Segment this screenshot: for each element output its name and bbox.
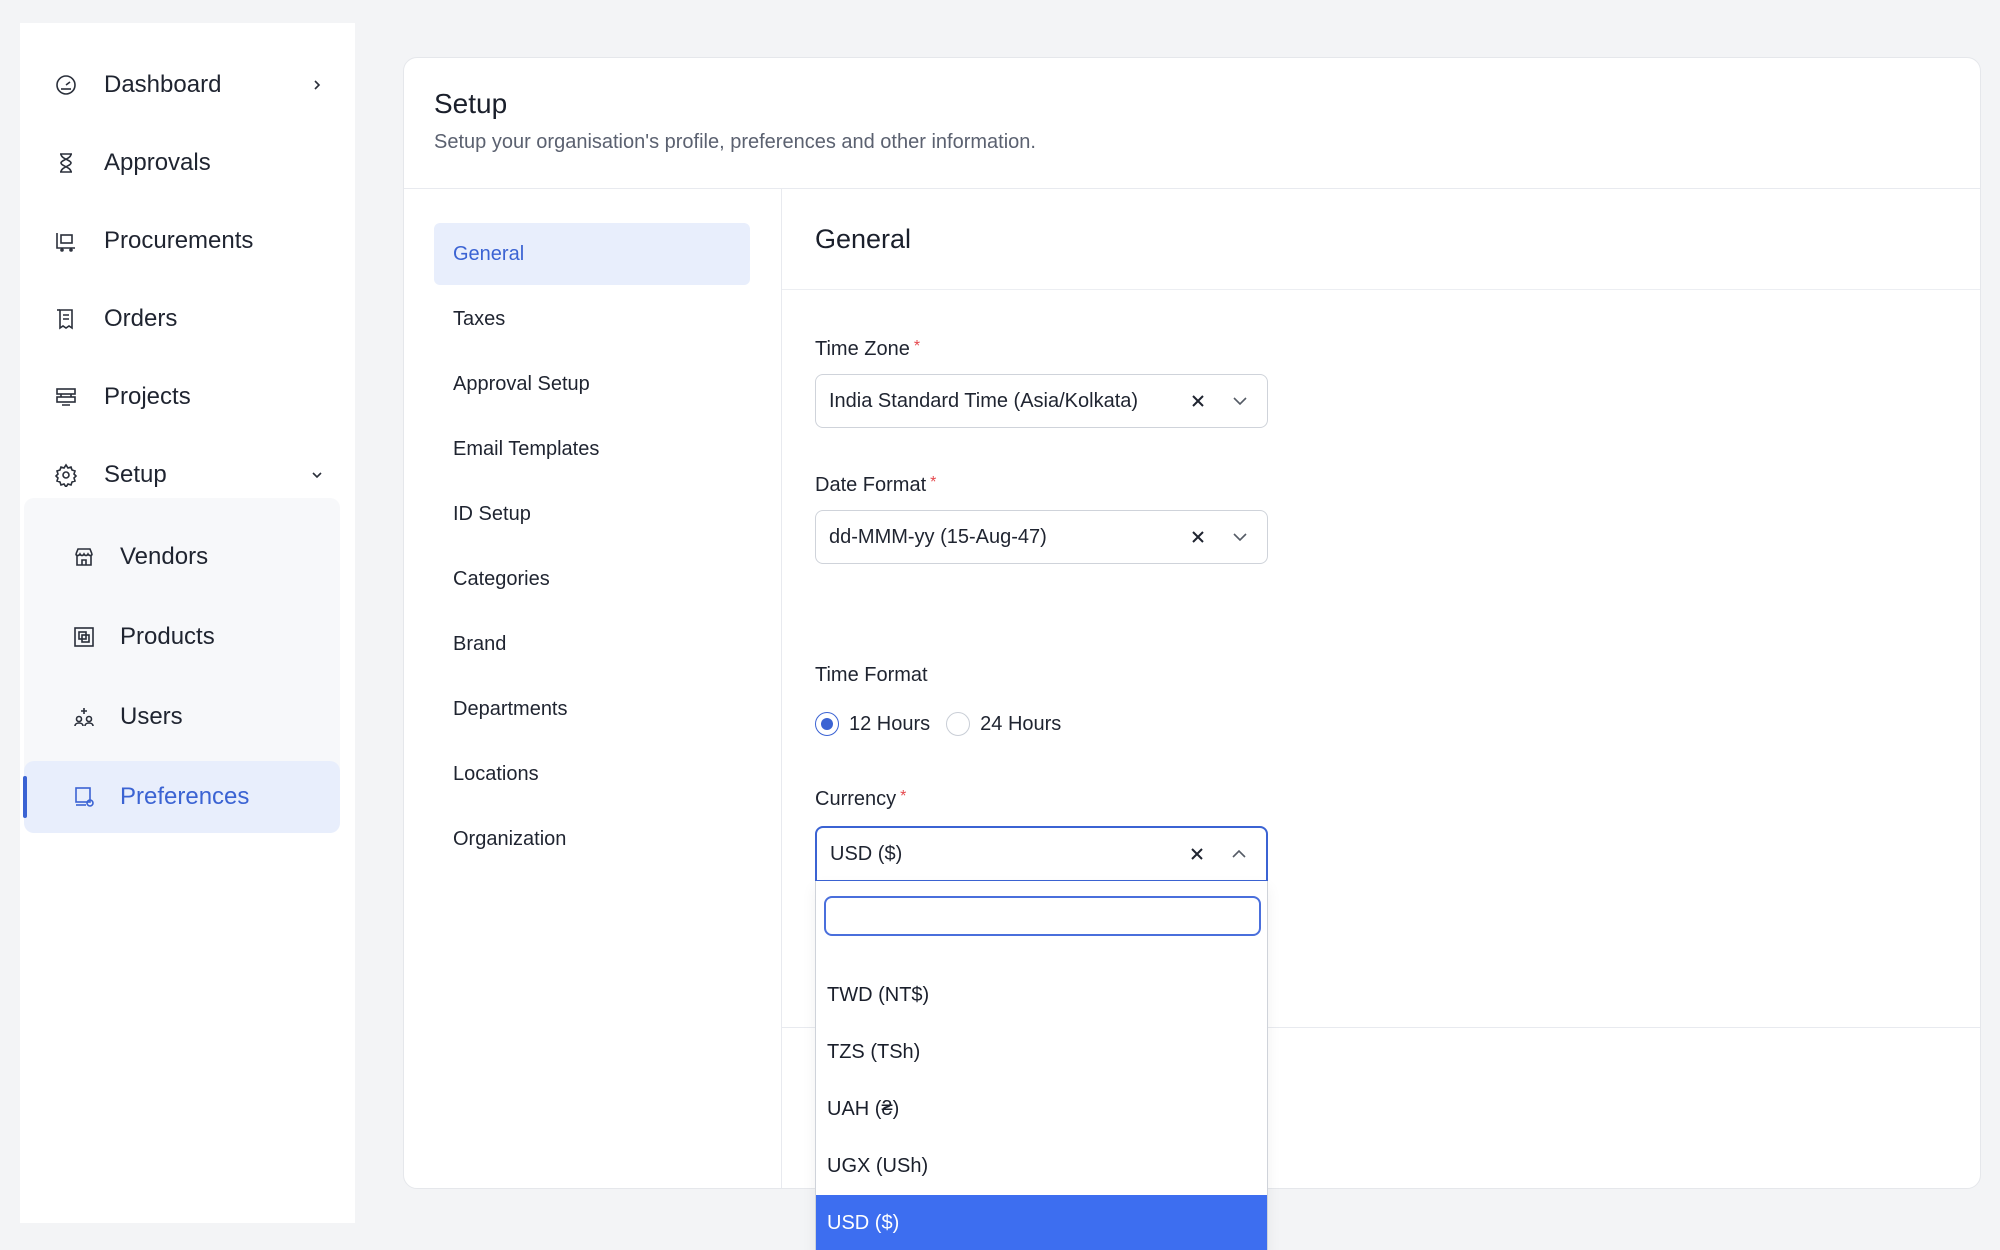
cart-icon bbox=[52, 227, 80, 255]
divider bbox=[782, 289, 1980, 290]
active-indicator bbox=[23, 776, 27, 818]
currency-option[interactable]: TZS (TSh) bbox=[816, 1024, 1267, 1081]
setup-menu-general[interactable]: General bbox=[434, 223, 750, 285]
setup-menu-email-templates[interactable]: Email Templates bbox=[434, 418, 750, 480]
page-title: Setup bbox=[434, 88, 508, 119]
currency-option[interactable]: UGX (USh) bbox=[816, 1138, 1267, 1195]
currency-option[interactable]: UAH (₴) bbox=[816, 1081, 1267, 1138]
radio-24-hours[interactable] bbox=[946, 712, 971, 736]
sidebar-item-label: Procurements bbox=[104, 227, 254, 254]
setup-menu-brand[interactable]: Brand bbox=[434, 613, 750, 675]
radio-12-hours[interactable] bbox=[815, 712, 839, 736]
hourglass-icon bbox=[52, 149, 80, 177]
preferences-icon bbox=[70, 783, 98, 811]
dashboard-gauge-icon bbox=[52, 71, 80, 99]
sidebar-item-label: Setup bbox=[104, 461, 167, 488]
date-format-select[interactable]: dd-MMM-yy (15-Aug-47) bbox=[815, 510, 1268, 564]
currency-select[interactable]: USD ($) bbox=[815, 826, 1268, 882]
setup-menu-organization[interactable]: Organization bbox=[434, 808, 750, 870]
field-label-text: Currency bbox=[815, 788, 897, 810]
chevron-down-icon[interactable] bbox=[1231, 392, 1249, 410]
currency-dropdown: TWD (NT$) TZS (TSh) UAH (₴) UGX (USh) US… bbox=[815, 881, 1268, 1250]
select-value: USD ($) bbox=[830, 842, 903, 865]
currency-option-selected[interactable]: USD ($) bbox=[816, 1195, 1267, 1250]
select-value: India Standard Time (Asia/Kolkata) bbox=[829, 389, 1139, 412]
setup-menu-id-setup[interactable]: ID Setup bbox=[434, 483, 750, 545]
select-value: dd-MMM-yy (15-Aug-47) bbox=[829, 525, 1047, 548]
general-panel: General Time Zone * India Standard Time (… bbox=[782, 189, 1980, 1250]
time-zone-label: Time Zone * bbox=[815, 338, 920, 361]
time-format-label: Time Format bbox=[815, 664, 928, 686]
setup-menu-locations[interactable]: Locations bbox=[434, 743, 750, 805]
sidebar-item-vendors[interactable]: Vendors bbox=[24, 521, 340, 593]
sidebar-item-label: Dashboard bbox=[104, 71, 222, 98]
date-format-label: Date Format * bbox=[815, 474, 936, 497]
projects-icon bbox=[52, 383, 80, 411]
sidebar-item-label: Products bbox=[120, 623, 215, 650]
setup-card: Setup Setup your organisation's profile,… bbox=[403, 57, 1981, 1250]
sidebar-item-orders[interactable]: Orders bbox=[20, 284, 355, 354]
panel-title: General bbox=[815, 224, 912, 254]
chevron-down-icon bbox=[309, 467, 325, 483]
required-mark: * bbox=[913, 338, 921, 355]
sidebar-item-users[interactable]: Users bbox=[24, 681, 340, 753]
sidebar-item-products[interactable]: Products bbox=[24, 601, 340, 673]
sidebar-item-label: Users bbox=[120, 703, 183, 730]
sidebar-item-projects[interactable]: Projects bbox=[20, 362, 355, 432]
sidebar: Dashboard Approvals Procurements Orders … bbox=[20, 23, 355, 1223]
sidebar-item-label: Preferences bbox=[120, 783, 250, 810]
radio-label: 12 Hours bbox=[849, 712, 931, 735]
time-zone-select[interactable]: India Standard Time (Asia/Kolkata) bbox=[815, 374, 1268, 428]
field-label-text: Time Zone bbox=[815, 338, 910, 360]
setup-menu: General Taxes Approval Setup Email Templ… bbox=[434, 223, 750, 873]
users-icon bbox=[70, 703, 98, 731]
radio-label: 24 Hours bbox=[980, 712, 1062, 735]
gear-icon bbox=[52, 461, 80, 489]
sidebar-item-label: Projects bbox=[104, 383, 191, 410]
page-subtitle: Setup your organisation's profile, prefe… bbox=[434, 131, 1036, 153]
clear-icon[interactable] bbox=[1191, 394, 1205, 408]
chevron-down-icon[interactable] bbox=[1231, 528, 1249, 546]
field-label-text: Date Format bbox=[815, 474, 927, 496]
setup-menu-taxes[interactable]: Taxes bbox=[434, 288, 750, 350]
required-mark: * bbox=[930, 474, 937, 491]
setup-menu-approval-setup[interactable]: Approval Setup bbox=[434, 353, 750, 415]
store-icon bbox=[70, 543, 98, 571]
time-format-radio-group: 12 Hours 24 Hours bbox=[815, 712, 1077, 736]
sidebar-item-approvals[interactable]: Approvals bbox=[20, 128, 355, 198]
receipt-icon bbox=[52, 305, 80, 333]
product-box-icon bbox=[70, 623, 98, 651]
setup-menu-departments[interactable]: Departments bbox=[434, 678, 750, 740]
sidebar-item-dashboard[interactable]: Dashboard bbox=[20, 50, 355, 120]
clear-icon[interactable] bbox=[1190, 847, 1204, 861]
sidebar-item-label: Orders bbox=[104, 305, 178, 332]
sidebar-item-preferences[interactable]: Preferences bbox=[24, 761, 340, 833]
currency-option[interactable]: TWD (NT$) bbox=[816, 967, 1267, 1024]
currency-label: Currency * bbox=[815, 788, 906, 811]
currency-search-input[interactable] bbox=[824, 896, 1261, 936]
clear-icon[interactable] bbox=[1191, 530, 1205, 544]
sidebar-item-label: Vendors bbox=[120, 543, 209, 570]
chevron-right-icon bbox=[309, 77, 325, 93]
sidebar-item-label: Approvals bbox=[104, 149, 211, 176]
required-mark: * bbox=[900, 788, 907, 805]
sidebar-item-procurements[interactable]: Procurements bbox=[20, 206, 355, 276]
chevron-up-icon[interactable] bbox=[1230, 845, 1248, 863]
setup-menu-categories[interactable]: Categories bbox=[434, 548, 750, 610]
